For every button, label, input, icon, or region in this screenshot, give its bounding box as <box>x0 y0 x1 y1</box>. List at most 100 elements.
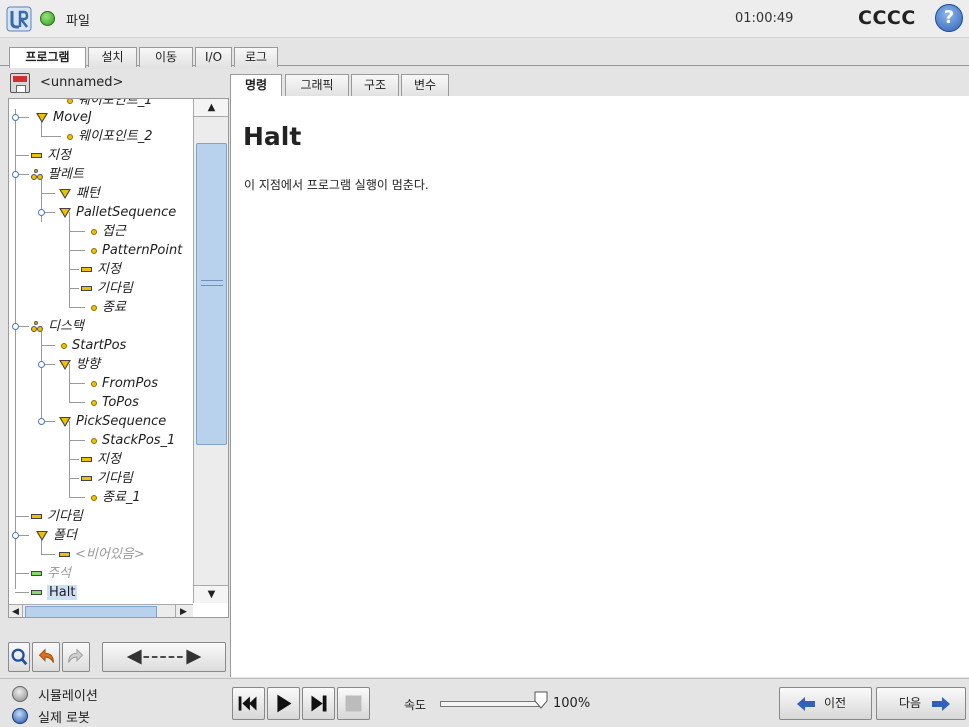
tab-variables[interactable]: 변수 <box>401 74 449 96</box>
tab-command[interactable]: 명령 <box>230 74 282 97</box>
tree-connector <box>69 212 70 308</box>
tree-node[interactable]: 지정 <box>81 450 121 469</box>
pallet-dot <box>34 168 38 173</box>
speed-slider[interactable] <box>440 701 542 707</box>
tree-node-label: 지정 <box>47 148 71 163</box>
tree-node[interactable]: PatternPoint <box>89 241 182 260</box>
tab-log[interactable]: 로그 <box>234 47 278 67</box>
tree-node[interactable]: StackPos_1 <box>89 431 175 450</box>
speed-label: 속도 <box>404 698 427 712</box>
tree-node[interactable]: 종료_1 <box>89 488 141 507</box>
undo-button[interactable] <box>32 642 60 672</box>
tree-node[interactable]: 기다림 <box>31 507 83 526</box>
tab-structure[interactable]: 구조 <box>351 74 399 96</box>
tree-node-label: StartPos <box>72 338 127 353</box>
next-button[interactable]: 다음 <box>876 687 966 720</box>
tree-node[interactable]: 웨이포인트_2 <box>65 127 153 146</box>
speed-slider-knob-icon[interactable] <box>534 691 548 709</box>
simulation-radio-icon[interactable] <box>12 686 28 702</box>
tree-node[interactable]: ToPos <box>89 393 139 412</box>
expand-toggle-icon[interactable] <box>12 532 19 539</box>
bottom-bar: 시뮬레이션 실제 로봇 속도 100% 이전 다음 <box>0 678 969 727</box>
redo-button[interactable] <box>62 642 90 672</box>
tree-node-label: 폴더 <box>53 528 77 543</box>
tab-move[interactable]: 이동 <box>139 47 193 67</box>
tree-node[interactable]: 팔레트 <box>31 165 84 184</box>
tab-io[interactable]: I/O <box>195 47 232 67</box>
scroll-down-arrow-icon[interactable]: ▼ <box>194 585 228 603</box>
tree-node[interactable]: MoveJ <box>36 108 92 127</box>
pallet-icon <box>31 168 43 180</box>
tree-node[interactable]: <비어있음> <box>59 545 145 564</box>
move-node-icon <box>59 359 71 370</box>
tree-node[interactable]: 접근 <box>89 222 126 241</box>
tree-node[interactable]: 방향 <box>59 355 100 374</box>
search-button[interactable] <box>8 642 30 672</box>
tree-node-label: 디스택 <box>48 319 84 334</box>
scroll-left-arrow-icon[interactable]: ◀ <box>9 605 23 617</box>
help-icon[interactable]: ? <box>935 4 963 32</box>
save-icon[interactable] <box>10 73 30 93</box>
tree-vertical-scrollbar[interactable]: ▲ ▼ <box>193 99 228 603</box>
scroll-right-arrow-icon[interactable]: ▶ <box>175 605 191 617</box>
previous-label: 이전 <box>824 696 847 710</box>
previous-button[interactable]: 이전 <box>779 687 872 720</box>
tree-node[interactable]: 지정 <box>81 260 121 279</box>
tab-installation[interactable]: 설치 <box>88 47 137 67</box>
tree-node[interactable]: StartPos <box>59 336 126 355</box>
tree-connector <box>69 383 85 384</box>
waypoint-icon <box>67 133 73 140</box>
tree-connector <box>15 109 16 589</box>
expand-toggle-icon[interactable] <box>38 418 45 425</box>
real-robot-radio-icon[interactable] <box>12 708 28 724</box>
step-button[interactable] <box>302 687 335 720</box>
tree-connector <box>15 516 29 517</box>
tab-graphics[interactable]: 그래픽 <box>285 74 349 96</box>
tree-node[interactable]: 지정 <box>31 146 71 165</box>
tree-connector <box>69 250 85 251</box>
tree-horizontal-scrollbar[interactable]: ◀ ▶ <box>9 604 193 617</box>
speed-value: 100% <box>553 696 591 711</box>
move-node-button[interactable] <box>102 642 226 672</box>
simulation-label: 시뮬레이션 <box>38 689 98 704</box>
tree-node-label: 지정 <box>97 452 121 467</box>
program-tree: 웨이포인트_1 MoveJ 웨이포인트_2 지정 팔레트 패턴 PalletSequence… <box>8 98 229 618</box>
file-menu[interactable]: 파일 <box>66 10 90 29</box>
expand-toggle-icon[interactable] <box>38 209 45 216</box>
robot-status-icon[interactable] <box>40 11 55 26</box>
expand-toggle-icon[interactable] <box>12 114 19 121</box>
move-arrows-icon <box>126 649 202 665</box>
tree-node-label: 방향 <box>76 357 100 372</box>
set-icon <box>81 457 92 462</box>
rewind-button[interactable] <box>232 687 265 720</box>
tree-node[interactable]: PickSequence <box>59 412 166 431</box>
tree-node[interactable]: 기다림 <box>81 469 133 488</box>
tree-node[interactable]: Halt <box>31 583 78 602</box>
comment-icon <box>31 571 42 576</box>
scroll-up-arrow-icon[interactable]: ▲ <box>194 99 228 117</box>
hscroll-thumb[interactable] <box>25 606 157 617</box>
tree-connector <box>41 326 42 422</box>
play-icon <box>277 694 292 713</box>
program-tree-panel: <unnamed> 웨이포인트_1 MoveJ 웨이포인트_2 지정 팔레트 패턴 Pall… <box>8 70 229 676</box>
expand-toggle-icon[interactable] <box>12 171 19 178</box>
tree-node[interactable]: 디스택 <box>31 317 84 336</box>
wait-icon <box>81 286 92 291</box>
tree-node[interactable]: 기다림 <box>81 279 133 298</box>
tree-node-label: PalletSequence <box>76 205 177 220</box>
scroll-thumb[interactable] <box>196 143 227 445</box>
play-button[interactable] <box>267 687 300 720</box>
tree-node[interactable]: 종료 <box>89 298 126 317</box>
expand-toggle-icon[interactable] <box>38 361 45 368</box>
tree-node[interactable]: 폴더 <box>36 526 77 545</box>
tree-node[interactable]: PalletSequence <box>59 203 176 222</box>
tree-connector <box>41 554 55 555</box>
tree-node[interactable]: 패턴 <box>59 184 100 203</box>
tree-node[interactable]: 주석 <box>31 564 71 583</box>
tab-program[interactable]: 프로그램 <box>9 47 86 68</box>
expand-toggle-icon[interactable] <box>12 323 19 330</box>
tree-connector <box>15 155 29 156</box>
command-description: 이 지점에서 프로그램 실행이 멈춘다. <box>244 178 429 192</box>
stop-button[interactable] <box>337 687 370 720</box>
tree-node[interactable]: FromPos <box>89 374 158 393</box>
